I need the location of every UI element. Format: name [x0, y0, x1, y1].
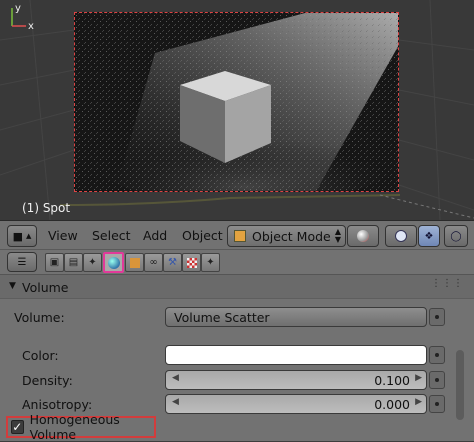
anisotropy-link-button[interactable] — [429, 395, 445, 413]
updown-arrow-icon: ▲ — [26, 232, 32, 240]
density-value: 0.100 — [374, 373, 410, 388]
volume-panel-header[interactable]: ▼ Volume ⋮⋮⋮ — [0, 275, 474, 299]
active-object-label: (1) Spot — [22, 201, 71, 215]
volume-label: Volume: — [14, 310, 65, 325]
modifiers-tab[interactable]: ⚒ — [163, 253, 182, 272]
viewport-shading-button[interactable] — [347, 225, 379, 247]
decrement-arrow-icon[interactable]: ◀ — [172, 373, 179, 383]
axis-gizmo: y x — [11, 3, 34, 32]
manipulator-icon: ◯ — [450, 230, 462, 242]
pivot-only-button[interactable]: ❖ — [418, 225, 440, 247]
color-label: Color: — [22, 348, 59, 363]
pivot-only-icon: ❖ — [424, 230, 434, 242]
render-layers-tab[interactable]: ▤ — [64, 253, 83, 272]
menu-view[interactable]: View — [48, 228, 78, 243]
properties-editor-type-button[interactable]: ☰ — [7, 252, 37, 272]
transform-manipulator-button[interactable]: ◯ — [444, 225, 468, 247]
density-field[interactable]: ◀ 0.100 ▶ — [165, 370, 427, 390]
panel-scrollbar[interactable] — [456, 350, 464, 420]
editor-type-button[interactable]: ■ ▲ — [7, 225, 37, 247]
axis-x-label: x — [28, 21, 34, 32]
pivot-point-button[interactable] — [385, 225, 417, 247]
checkmark-icon[interactable]: ✓ — [11, 420, 24, 434]
anisotropy-value: 0.000 — [374, 397, 410, 412]
menu-add[interactable]: Add — [143, 228, 167, 243]
render-tab[interactable]: ▣ — [45, 253, 64, 272]
world-icon — [107, 256, 120, 269]
particles-tab[interactable]: ✦ — [201, 253, 220, 272]
axis-y-label: y — [15, 3, 21, 14]
camera-icon: ▣ — [49, 257, 60, 268]
viewport-header: ■ ▲ View Select Add Object Object Mode ▲… — [0, 220, 474, 250]
wrench-icon: ⚒ — [168, 257, 177, 268]
particles-icon: ✦ — [206, 257, 215, 268]
volume-shader-link-button[interactable] — [429, 308, 445, 326]
color-swatch[interactable] — [165, 345, 427, 365]
homogeneous-volume-checkbox[interactable]: ✓ Homogeneous Volume — [6, 412, 156, 442]
world-tab[interactable] — [103, 252, 124, 273]
properties-editor-icon: ☰ — [17, 256, 27, 268]
properties-tab-bar: ☰ ▣ ▤ ✦ ∞ ⚒ ✦ — [0, 250, 474, 275]
decrement-arrow-icon[interactable]: ◀ — [172, 397, 179, 407]
pivot-icon — [395, 230, 407, 242]
volume-shader-field[interactable]: Volume Scatter — [165, 307, 427, 327]
scene-tab[interactable]: ✦ — [83, 253, 102, 272]
3d-viewport[interactable]: y x (1) Spot — [0, 0, 474, 220]
camera-render-frame — [74, 12, 399, 192]
color-link-button[interactable] — [429, 346, 445, 364]
render-preview — [75, 13, 398, 191]
density-link-button[interactable] — [429, 371, 445, 389]
scene-icon: ✦ — [88, 257, 97, 268]
object-mode-icon — [234, 230, 246, 242]
object-cube-icon — [129, 257, 140, 268]
anisotropy-label: Anisotropy: — [22, 397, 93, 412]
anisotropy-field[interactable]: ◀ 0.000 ▶ — [165, 394, 427, 414]
shading-sphere-icon — [357, 230, 369, 242]
interaction-mode-select[interactable]: Object Mode ▲ ▼ — [227, 225, 346, 247]
homogeneous-volume-label: Homogeneous Volume — [29, 412, 120, 442]
layers-icon: ▤ — [68, 257, 79, 268]
menu-select[interactable]: Select — [92, 228, 131, 243]
interaction-mode-label: Object Mode — [252, 228, 331, 244]
updown-arrow-icon: ▲ ▼ — [334, 227, 341, 244]
drag-handle-icon[interactable]: ⋮⋮⋮ — [431, 278, 464, 289]
constraints-tab[interactable]: ∞ — [144, 253, 163, 272]
checker-icon — [186, 257, 197, 268]
material-tab[interactable] — [182, 253, 201, 272]
increment-arrow-icon[interactable]: ▶ — [415, 397, 422, 407]
chain-icon: ∞ — [149, 257, 158, 268]
properties-panel: ▼ Volume ⋮⋮⋮ Volume: Volume Scatter Colo… — [0, 275, 474, 442]
density-label: Density: — [22, 373, 73, 388]
menu-object[interactable]: Object — [182, 228, 223, 243]
collapse-arrow-icon[interactable]: ▼ — [9, 281, 16, 291]
cube-editor-icon: ■ — [12, 229, 23, 243]
object-tab[interactable] — [125, 253, 144, 272]
panel-title: Volume — [22, 280, 69, 295]
increment-arrow-icon[interactable]: ▶ — [415, 373, 422, 383]
